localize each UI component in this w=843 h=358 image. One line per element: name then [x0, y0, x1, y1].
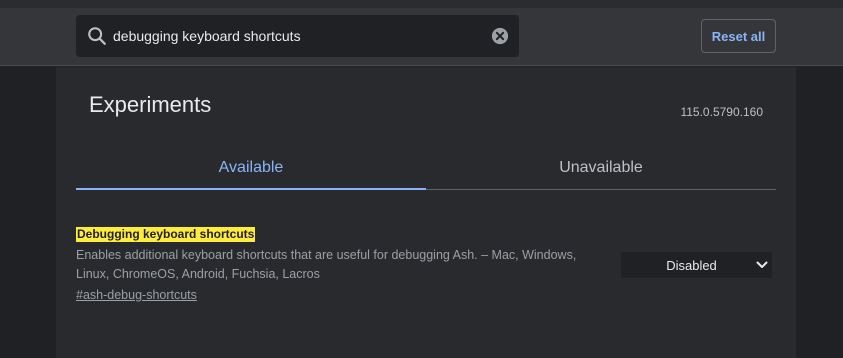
page-title: Experiments [89, 92, 212, 117]
top-bar: Reset all [0, 0, 843, 66]
experiment-name: Debugging keyboard shortcuts [76, 227, 256, 242]
right-gutter [796, 67, 843, 358]
left-gutter [0, 67, 56, 358]
search-input[interactable] [113, 15, 483, 57]
tab-available[interactable]: Available [76, 147, 426, 190]
select-value: Disabled [666, 257, 717, 273]
chevron-down-icon [752, 252, 772, 278]
tab-bar: Available Unavailable [76, 147, 776, 190]
experiment-description: Enables additional keyboard shortcuts th… [76, 248, 577, 281]
search-box[interactable] [76, 15, 519, 57]
reset-all-button[interactable]: Reset all [701, 19, 776, 53]
experiment-state-select[interactable]: Disabled [621, 252, 772, 278]
experiment-item: Debugging keyboard shortcuts Enables add… [76, 225, 776, 302]
version-label: 115.0.5790.160 [680, 105, 763, 119]
clear-search-icon[interactable] [491, 27, 509, 45]
tab-unavailable[interactable]: Unavailable [426, 147, 776, 190]
top-strip [0, 0, 843, 8]
experiments-panel: Experiments 115.0.5790.160 Available Una… [56, 67, 796, 358]
search-icon [88, 27, 106, 45]
experiment-permalink[interactable]: #ash-debug-shortcuts [76, 288, 197, 302]
